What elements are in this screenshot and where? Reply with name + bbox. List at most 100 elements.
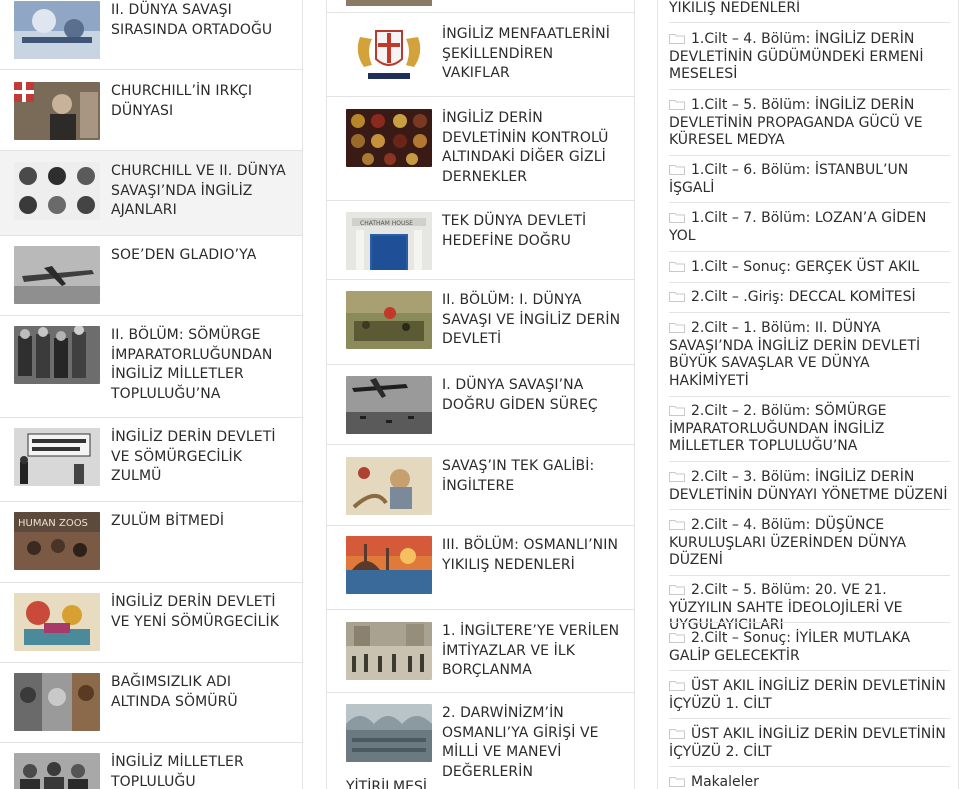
post-title[interactable]: İNGİLİZ DERİN DEVLETİ VE YENİ SÖMÜRGECİL…: [111, 593, 289, 632]
post-title[interactable]: II. DÜNYA SAVAŞI SIRASINDA ORTADOĞU: [111, 1, 289, 40]
ottoman-parade-image[interactable]: [346, 622, 432, 680]
category-link[interactable]: 2.Cilt – .Giriş: DECCAL KOMİTESİ: [669, 289, 950, 307]
category-link[interactable]: 2.Cilt – Sonuç: İYİLER MUTLAKA GALİP GEL…: [669, 630, 950, 665]
category-link[interactable]: 1.Cilt – 4. Bölüm: İNGİLİZ DERİN DEVLETİ…: [669, 31, 950, 84]
category-link-label[interactable]: Makaleler: [691, 774, 759, 789]
list-item[interactable]: II. BÖLÜM: SÖMÜRGE İMPARATORLUĞUNDAN İNG…: [0, 316, 302, 418]
folder-icon: [669, 211, 685, 223]
category-link-label[interactable]: 2.Cilt – 3. Bölüm: İNGİLİZ DERİN DEVLETİ…: [669, 469, 948, 503]
list-item[interactable]: İNGİLİZ MİLLETLER TOPLULUĞU: [0, 743, 302, 789]
list-item[interactable]: I. DÜNYA SAVAŞI’NA DOĞRU GİDEN SÜREÇ: [327, 365, 634, 445]
ww2-middle-east-image[interactable]: [14, 1, 100, 59]
folder-icon: [669, 679, 685, 691]
category-link-label[interactable]: 2.Cilt – 5. Bölüm: 20. VE 21. YÜZYILIN S…: [669, 582, 903, 633]
list-item[interactable]: İNGİLİZ MENFAATLERİNİ ŞEKİLLENDİREN VAKI…: [327, 13, 634, 97]
chatham-house-door[interactable]: CHATHAM HOUSE: [346, 212, 432, 270]
list-item[interactable]: II. DÜNYA SAVAŞI SIRASINDA ORTADOĞU: [0, 0, 302, 70]
category-link[interactable]: 2.Cilt – 3. Bölüm: İNGİLİZ DERİN DEVLETİ…: [669, 469, 950, 504]
category-link[interactable]: 1.Cilt – 6. Bölüm: İSTANBUL’UN İŞGALİ: [669, 162, 950, 197]
category-link-label[interactable]: 1.Cilt – 7. Bölüm: LOZAN’A GİDEN YOL: [669, 210, 926, 244]
post-title[interactable]: I. DÜNYA SAVAŞI’NA DOĞRU GİDEN SÜREÇ: [442, 376, 624, 415]
category-link[interactable]: Makaleler: [669, 774, 950, 789]
category-link-label[interactable]: 1.Cilt – 5. Bölüm: İNGİLİZ DERİN DEVLETİ…: [669, 97, 923, 148]
east-india-company-crest[interactable]: [346, 25, 432, 83]
folder-icon: [669, 404, 685, 416]
post-title[interactable]: İNGİLİZ DERİN DEVLETİ VE SÖMÜRGECİLİK ZU…: [111, 428, 289, 487]
list-item[interactable]: CHURCHILL’İN IRKÇI DÜNYASI: [0, 70, 302, 151]
fighter-plane-image[interactable]: [14, 246, 100, 304]
colonial-cartoon-image[interactable]: [14, 593, 100, 651]
category-link[interactable]: 2.Cilt – 2. Bölüm: SÖMÜRGE İMPARATORLUĞU…: [669, 403, 950, 456]
category-link[interactable]: 2.Cilt – 4. Bölüm: DÜŞÜNCE KURULUŞLARI Ü…: [669, 517, 950, 570]
divider: [669, 670, 950, 671]
category-link[interactable]: 2.Cilt – 5. Bölüm: 20. VE 21. YÜZYILIN S…: [669, 582, 950, 635]
post-title[interactable]: ZULÜM BİTMEDİ: [111, 512, 289, 532]
protest-sign-image[interactable]: [14, 428, 100, 486]
bomber-planes-image[interactable]: [346, 376, 432, 434]
post-title[interactable]: II. BÖLÜM: SÖMÜRGE İMPARATORLUĞUNDAN İNG…: [111, 326, 289, 404]
post-title[interactable]: CHURCHILL’İN IRKÇI DÜNYASI: [111, 82, 289, 121]
category-link[interactable]: 1.Cilt – 5. Bölüm: İNGİLİZ DERİN DEVLETİ…: [669, 97, 950, 150]
ottoman-assembly-image[interactable]: [346, 704, 432, 762]
post-title[interactable]: 1. İNGİLTERE’YE VERİLEN İMTİYAZLAR VE İL…: [442, 622, 624, 681]
category-link-label[interactable]: 1.Cilt – 4. Bölüm: İNGİLİZ DERİN DEVLETİ…: [669, 31, 923, 82]
agents-portraits-image[interactable]: [14, 162, 100, 220]
category-link-label[interactable]: ÜST AKIL İNGİLİZ DERİN DEVLETİNİN İÇYÜZÜ…: [669, 678, 946, 712]
list-item[interactable]: BAĞIMSIZLIK ADI ALTINDA SÖMÜRÜ: [0, 663, 302, 743]
war-cartoon-image[interactable]: [346, 457, 432, 515]
category-link[interactable]: 2.Cilt – 1. Bölüm: II. DÜNYA SAVAŞI’NDA …: [669, 320, 950, 390]
list-item[interactable]: 1. İNGİLTERE’YE VERİLEN İMTİYAZLAR VE İL…: [327, 610, 634, 693]
category-link-label[interactable]: 2.Cilt – Sonuç: İYİLER MUTLAKA GALİP GEL…: [669, 630, 910, 664]
post-title[interactable]: SAVAŞ’IN TEK GALİBİ: İNGİLTERE: [442, 457, 624, 496]
battle-painting-image[interactable]: [346, 291, 432, 349]
post-title[interactable]: İNGİLİZ DERİN DEVLETİNİN KONTROLÜ ALTIND…: [442, 109, 624, 187]
category-link-label[interactable]: 2.Cilt – .Giriş: DECCAL KOMİTESİ: [691, 289, 916, 305]
category-link-label[interactable]: 2.Cilt – 2. Bölüm: SÖMÜRGE İMPARATORLUĞU…: [669, 403, 887, 454]
category-link[interactable]: ÜST AKIL İNGİLİZ DERİN DEVLETİNİN İÇYÜZÜ…: [669, 678, 950, 713]
list-item[interactable]: HUMAN ZOOS ZULÜM BİTMEDİ: [0, 502, 302, 583]
human-zoos-image[interactable]: HUMAN ZOOS: [14, 512, 100, 570]
category-link[interactable]: 1.Cilt – 7. Bölüm: LOZAN’A GİDEN YOL: [669, 210, 950, 245]
category-link-partial[interactable]: YIKILIŞ NEDENLERİ: [669, 0, 950, 18]
category-link-label[interactable]: 1.Cilt – Sonuç: GERÇEK ÜST AKIL: [691, 259, 919, 275]
post-title[interactable]: SOE’DEN GLADIO’YA: [111, 246, 289, 266]
list-item[interactable]: II. BÖLÜM: I. DÜNYA SAVAŞI VE İNGİLİZ DE…: [327, 280, 634, 365]
divider: [669, 202, 950, 203]
secret-society-symbols[interactable]: [346, 109, 432, 167]
post-title[interactable]: TEK DÜNYA DEVLETİ HEDEFİNE DOĞRU: [442, 212, 624, 251]
post-title-continued[interactable]: YİTİRİLMESİ: [346, 778, 427, 789]
folder-icon: [669, 583, 685, 595]
post-title[interactable]: II. BÖLÜM: I. DÜNYA SAVAŞI VE İNGİLİZ DE…: [442, 291, 624, 350]
list-item[interactable]: 2. DARWİNİZM’İN OSMANLI’YA GİRİŞİ VE MİL…: [327, 693, 634, 789]
list-item[interactable]: İNGİLİZ DERİN DEVLETİ VE SÖMÜRGECİLİK ZU…: [0, 418, 302, 502]
commonwealth-leaders-image[interactable]: [14, 753, 100, 789]
independence-collage-image[interactable]: [14, 673, 100, 731]
churchill-collage-image[interactable]: [14, 82, 100, 140]
category-link-label[interactable]: 2.Cilt – 1. Bölüm: II. DÜNYA SAVAŞI’NDA …: [669, 320, 920, 389]
commonwealth-meeting-image[interactable]: [14, 326, 100, 384]
folder-icon: [669, 163, 685, 175]
post-title[interactable]: III. BÖLÜM: OSMANLI’NIN YIKILIŞ NEDENLER…: [442, 536, 624, 575]
post-title[interactable]: 2. DARWİNİZM’İN OSMANLI’YA GİRİŞİ VE MİL…: [442, 704, 624, 782]
divider: [669, 155, 950, 156]
category-link-label[interactable]: ÜST AKIL İNGİLİZ DERİN DEVLETİNİN İÇYÜZÜ…: [669, 726, 946, 760]
category-link-label[interactable]: 2.Cilt – 4. Bölüm: DÜŞÜNCE KURULUŞLARI Ü…: [669, 517, 906, 568]
category-link[interactable]: 1.Cilt – Sonuç: GERÇEK ÜST AKIL: [669, 259, 950, 277]
list-item[interactable]: SAVAŞ’IN TEK GALİBİ: İNGİLTERE: [327, 445, 634, 526]
post-title[interactable]: BAĞIMSIZLIK ADI ALTINDA SÖMÜRÜ: [111, 673, 289, 712]
list-item[interactable]: İNGİLİZ DERİN DEVLETİ VE YENİ SÖMÜRGECİL…: [0, 583, 302, 663]
list-item[interactable]: SOE’DEN GLADIO’YA: [0, 236, 302, 316]
list-item[interactable]: İNGİLİZ DERİN DEVLETİNİN KONTROLÜ ALTIND…: [327, 97, 634, 201]
post-title[interactable]: İNGİLİZ MENFAATLERİNİ ŞEKİLLENDİREN VAKI…: [442, 25, 624, 84]
list-item[interactable]: III. BÖLÜM: OSMANLI’NIN YIKILIŞ NEDENLER…: [327, 526, 634, 610]
istanbul-sunset-image[interactable]: [346, 536, 432, 594]
category-link[interactable]: ÜST AKIL İNGİLİZ DERİN DEVLETİNİN İÇYÜZÜ…: [669, 726, 950, 761]
folder-icon: [669, 727, 685, 739]
post-title[interactable]: CHURCHILL VE II. DÜNYA SAVAŞI’NDA İNGİLİ…: [111, 162, 289, 221]
category-link-label[interactable]: 1.Cilt – 6. Bölüm: İSTANBUL’UN İŞGALİ: [669, 162, 908, 196]
divider: [669, 509, 950, 510]
list-item[interactable]: CHURCHILL VE II. DÜNYA SAVAŞI’NDA İNGİLİ…: [0, 151, 302, 236]
divider: [669, 22, 950, 23]
list-item[interactable]: CHATHAM HOUSE TEK DÜNYA DEVLETİ HEDEFİNE…: [327, 201, 634, 280]
post-title[interactable]: İNGİLİZ MİLLETLER TOPLULUĞU: [111, 753, 289, 789]
